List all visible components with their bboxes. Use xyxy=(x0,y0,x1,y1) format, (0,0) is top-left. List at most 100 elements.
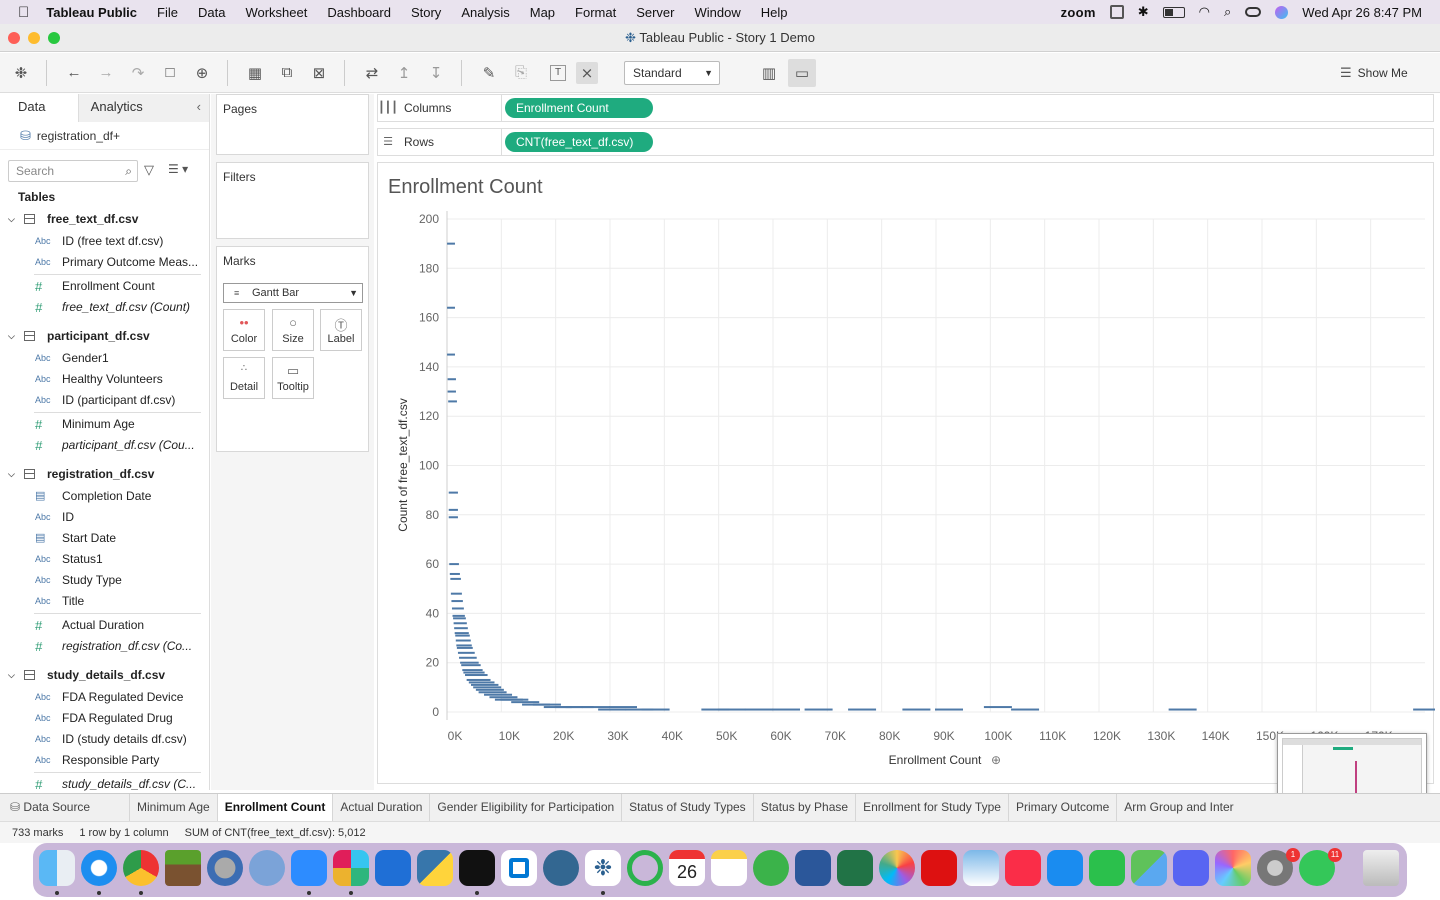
columns-shelf[interactable]: ┃┃┃ Columns Enrollment Count xyxy=(377,94,1434,122)
gantt-mark[interactable] xyxy=(459,656,477,659)
field-item[interactable]: ▤ Completion Date xyxy=(0,486,203,507)
menu-format[interactable]: Format xyxy=(575,5,616,20)
filter-fields-icon[interactable]: ▽ xyxy=(144,162,154,178)
tab-sheet-minimum-age[interactable]: Minimum Age xyxy=(130,794,218,821)
gantt-mark[interactable] xyxy=(470,683,499,686)
menu-window[interactable]: Window xyxy=(695,5,741,20)
field-item[interactable]: # participant_df.csv (Cou... xyxy=(0,435,203,456)
gantt-mark[interactable] xyxy=(462,669,483,672)
word-icon[interactable] xyxy=(795,850,831,886)
field-item[interactable]: Abc ID (participant df.csv) xyxy=(0,390,203,411)
excel-icon[interactable] xyxy=(837,850,873,886)
gantt-mark[interactable] xyxy=(484,693,513,696)
duplicate-sheet-icon[interactable]: ⧉ xyxy=(276,62,298,84)
mark-type-select[interactable]: ≡ Gantt Bar ▼ xyxy=(223,283,363,303)
replay-icon[interactable]: ↷ xyxy=(127,62,149,84)
tab-sheet-status-by-phase[interactable]: Status by Phase xyxy=(754,794,857,821)
fit-view-select[interactable]: Standard ▼ xyxy=(624,61,720,85)
field-item[interactable]: # Enrollment Count xyxy=(0,276,203,297)
chevron-down-icon[interactable]: ⌵ xyxy=(8,325,15,348)
field-search-input[interactable]: Search ⌕ xyxy=(8,160,138,182)
money-app-icon[interactable] xyxy=(753,850,789,886)
gantt-mark[interactable] xyxy=(598,708,627,711)
gantt-mark[interactable] xyxy=(455,639,471,642)
filters-card[interactable]: Filters xyxy=(216,162,369,239)
rstudio-icon[interactable] xyxy=(249,850,285,886)
notes-icon[interactable] xyxy=(711,850,747,886)
tab-sheet-enrollment-for-study-type[interactable]: Enrollment for Study Type xyxy=(856,794,1009,821)
slack-icon[interactable] xyxy=(333,850,369,886)
gantt-mark[interactable] xyxy=(453,622,467,625)
zoom-app-icon[interactable] xyxy=(291,850,327,886)
gantt-mark[interactable] xyxy=(489,696,518,699)
fix-axes-icon[interactable]: ⨯ xyxy=(576,61,598,84)
gantt-mark[interactable] xyxy=(452,614,465,617)
menu-story[interactable]: Story xyxy=(411,5,441,20)
facetime-icon[interactable] xyxy=(1089,850,1125,886)
terminal-icon[interactable] xyxy=(459,850,495,886)
tableau-home-icon[interactable]: ❉ xyxy=(10,62,32,84)
gantt-mark[interactable] xyxy=(450,577,461,580)
field-item[interactable]: # Minimum Age xyxy=(0,414,203,435)
field-item[interactable]: Abc Responsible Party xyxy=(0,750,203,771)
tab-sheet-arm-group[interactable]: Arm Group and Inter xyxy=(1117,794,1240,821)
rows-shelf[interactable]: ☰ Rows CNT(free_text_df.csv) xyxy=(377,128,1434,156)
field-item[interactable]: Abc Healthy Volunteers xyxy=(0,369,203,390)
group-members-icon[interactable]: ⎘ xyxy=(510,62,532,84)
window-zoom-button[interactable] xyxy=(48,32,60,44)
safari-icon[interactable] xyxy=(81,850,117,886)
gantt-mark[interactable] xyxy=(473,686,502,689)
finder-icon[interactable] xyxy=(39,850,75,886)
apple-icon[interactable]:  xyxy=(18,4,29,21)
tab-sheet-gender-eligibility[interactable]: Gender Eligibility for Participation xyxy=(430,794,623,821)
gantt-mark[interactable] xyxy=(455,634,470,637)
field-item[interactable]: ▤ Start Date xyxy=(0,528,203,549)
control-center-icon[interactable] xyxy=(1245,7,1262,17)
zoom-status-icon[interactable]: zoom xyxy=(1061,5,1096,20)
chevron-down-icon[interactable]: ⌵ xyxy=(8,664,15,687)
field-item[interactable]: Abc Title xyxy=(0,591,203,612)
tab-data[interactable]: Data xyxy=(0,94,78,122)
chevron-down-icon[interactable]: ⌵ xyxy=(8,463,15,486)
gantt-mark[interactable] xyxy=(511,701,540,704)
show-mark-labels-icon[interactable]: T xyxy=(550,64,566,81)
progress-ring-icon[interactable] xyxy=(627,850,663,886)
datasource-row[interactable]: ⛁ registration_df+ xyxy=(0,122,209,150)
table-1[interactable]: ⌵ participant_df.csv xyxy=(0,325,209,348)
gantt-mark[interactable] xyxy=(475,688,504,691)
gantt-mark[interactable] xyxy=(1011,708,1040,711)
photo-booth-icon[interactable] xyxy=(921,850,957,886)
gantt-mark[interactable] xyxy=(457,651,475,654)
presentation-mode-icon[interactable]: ▭ xyxy=(788,58,816,87)
gantt-mark[interactable] xyxy=(448,400,457,403)
collapse-pane-icon[interactable]: ‹ xyxy=(197,94,201,120)
menu-server[interactable]: Server xyxy=(636,5,674,20)
gantt-mark[interactable] xyxy=(448,508,458,511)
label-button[interactable]: Ⓣ Label xyxy=(320,309,362,351)
gantt-mark[interactable] xyxy=(449,563,459,566)
field-item[interactable]: # free_text_df.csv (Count) xyxy=(0,297,203,318)
gantt-mark[interactable] xyxy=(983,706,1012,709)
rows-pill-count[interactable]: CNT(free_text_df.csv) xyxy=(505,132,653,152)
maps-icon[interactable] xyxy=(1131,850,1167,886)
music-icon[interactable] xyxy=(1005,850,1041,886)
field-item[interactable]: Abc Status1 xyxy=(0,549,203,570)
field-item[interactable]: # study_details_df.csv (C... xyxy=(0,774,203,795)
gantt-mark[interactable] xyxy=(447,378,456,381)
siri-icon[interactable] xyxy=(1275,5,1289,19)
gantt-mark[interactable] xyxy=(532,703,561,706)
battery-icon[interactable] xyxy=(1162,6,1185,18)
gantt-chart[interactable]: 0 20 40 60 80 100 120 140 160 180 200 0K 10K 20K 30K 40… xyxy=(378,163,1435,785)
field-item[interactable]: Abc FDA Regulated Drug xyxy=(0,708,203,729)
highlight-icon[interactable]: ✎ xyxy=(478,62,500,84)
launchpad-icon[interactable] xyxy=(1215,850,1251,886)
gantt-mark[interactable] xyxy=(804,708,833,711)
app-store-icon[interactable] xyxy=(1047,850,1083,886)
python-launcher-icon[interactable] xyxy=(417,850,453,886)
menu-data[interactable]: Data xyxy=(198,5,225,20)
gantt-mark[interactable] xyxy=(447,353,455,356)
gantt-mark[interactable] xyxy=(478,691,507,694)
field-item[interactable]: Abc FDA Regulated Device xyxy=(0,687,203,708)
spotlight-search-icon[interactable]: ⌕ xyxy=(1224,4,1231,20)
tab-data-source[interactable]: ⛁ Data Source xyxy=(0,794,130,821)
